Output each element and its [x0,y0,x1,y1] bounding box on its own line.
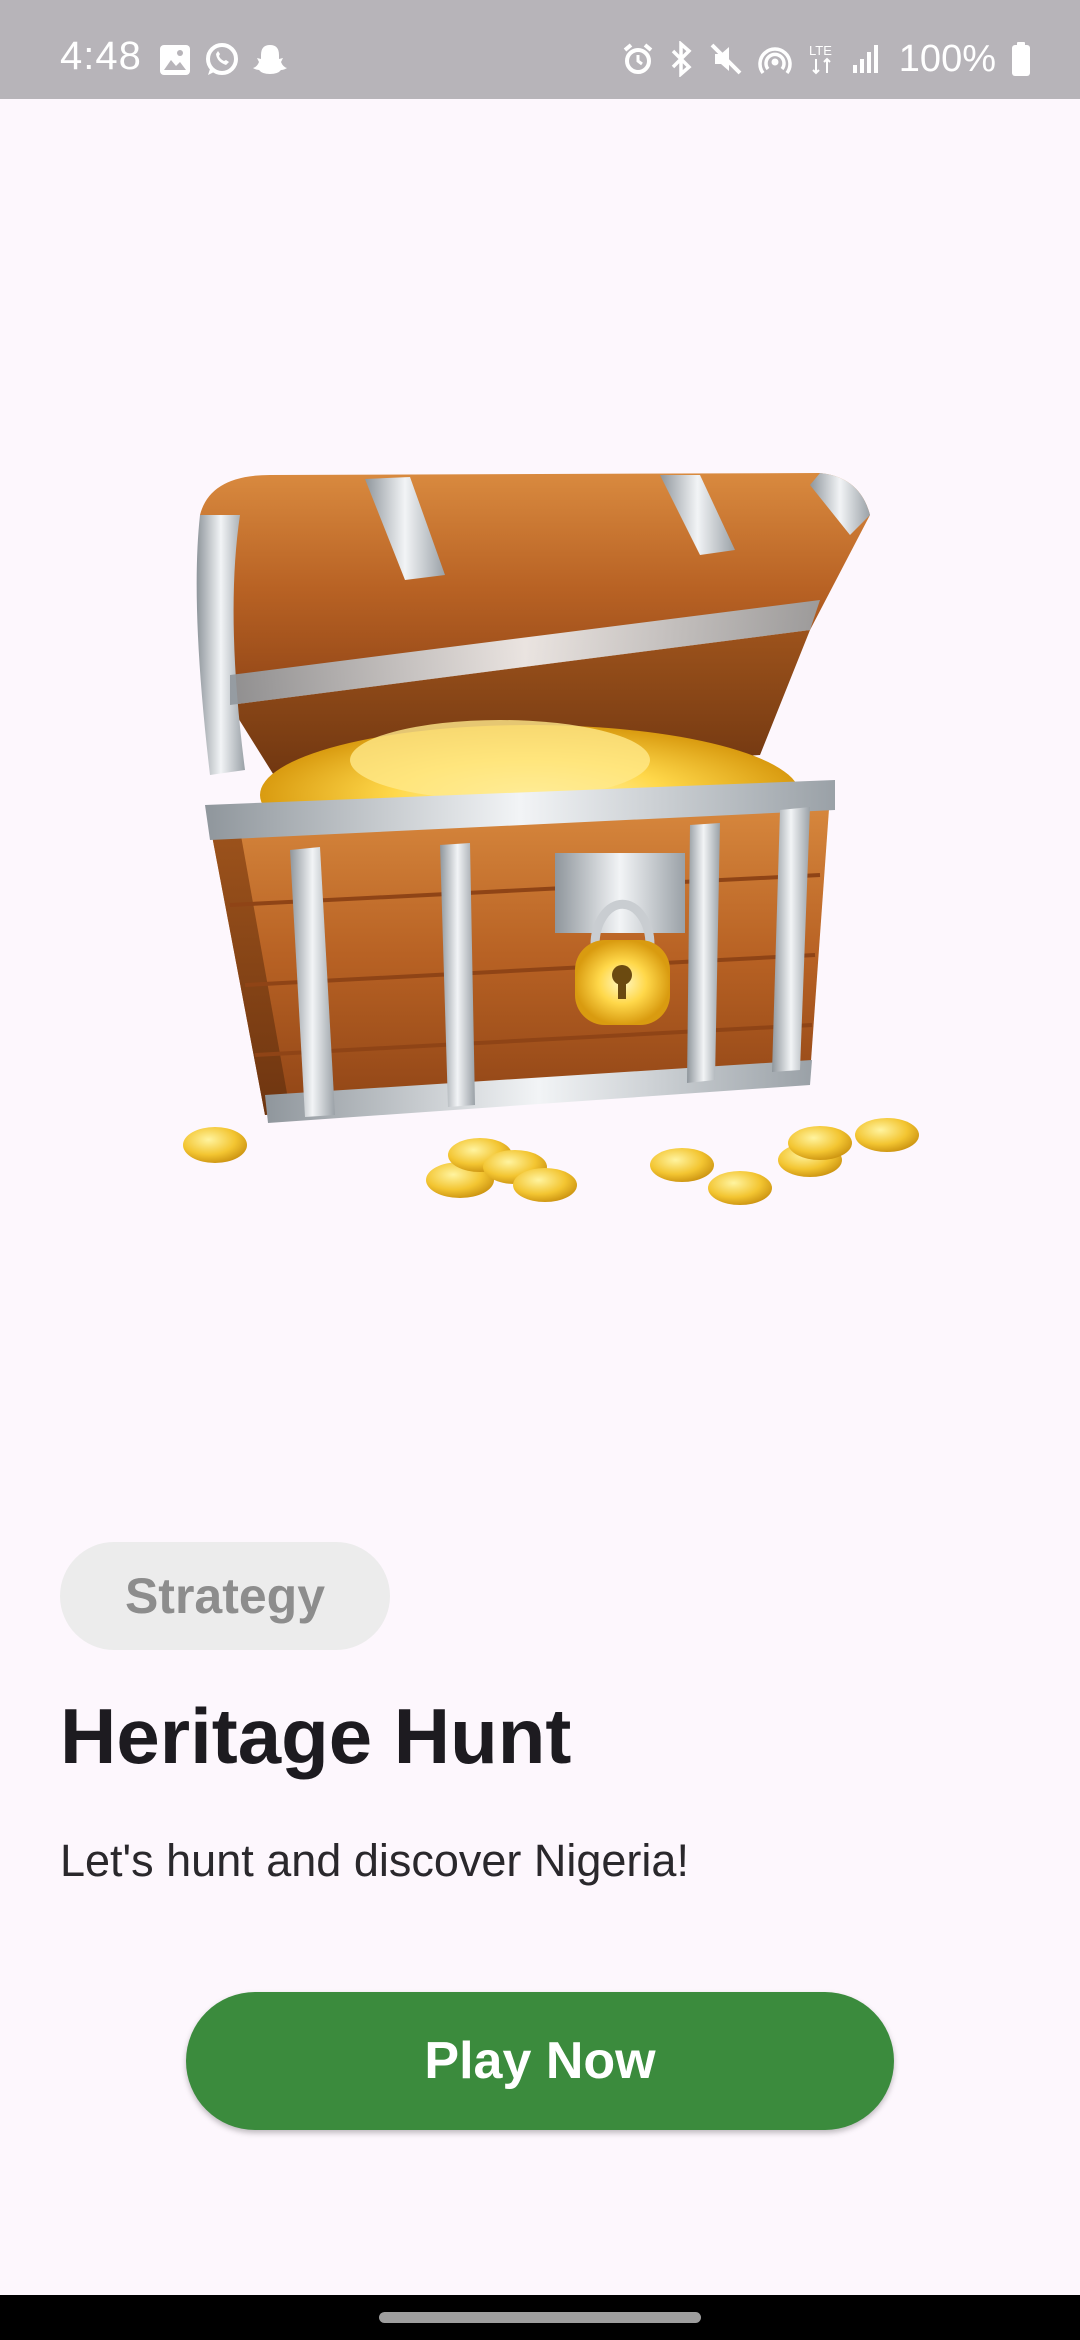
game-tagline: Let's hunt and discover Nigeria! [60,1835,689,1886]
bluetooth-icon [669,41,695,77]
hotspot-icon [757,42,793,76]
battery-percent: 100% [898,38,996,80]
signal-icon [851,43,881,75]
status-time: 4:48 [60,34,142,78]
battery-icon [1010,41,1032,77]
system-icons: LTE 100% [621,40,1032,78]
svg-text:LTE: LTE [809,43,832,58]
notification-icons [158,42,288,78]
lte-icon: LTE [807,42,837,76]
gallery-icon [158,43,192,77]
category-chip: Strategy [60,1542,390,1650]
home-gesture-handle[interactable] [379,2312,701,2323]
game-title: Heritage Hunt [60,1692,572,1780]
whatsapp-icon [204,42,240,78]
treasure-chest-illustration [170,455,930,1235]
snapchat-icon [252,42,288,78]
status-bar: 4:48 LTE 100% [0,0,1080,99]
mute-icon [709,42,743,76]
play-now-button[interactable]: Play Now [186,1992,894,2130]
alarm-icon [621,42,655,76]
